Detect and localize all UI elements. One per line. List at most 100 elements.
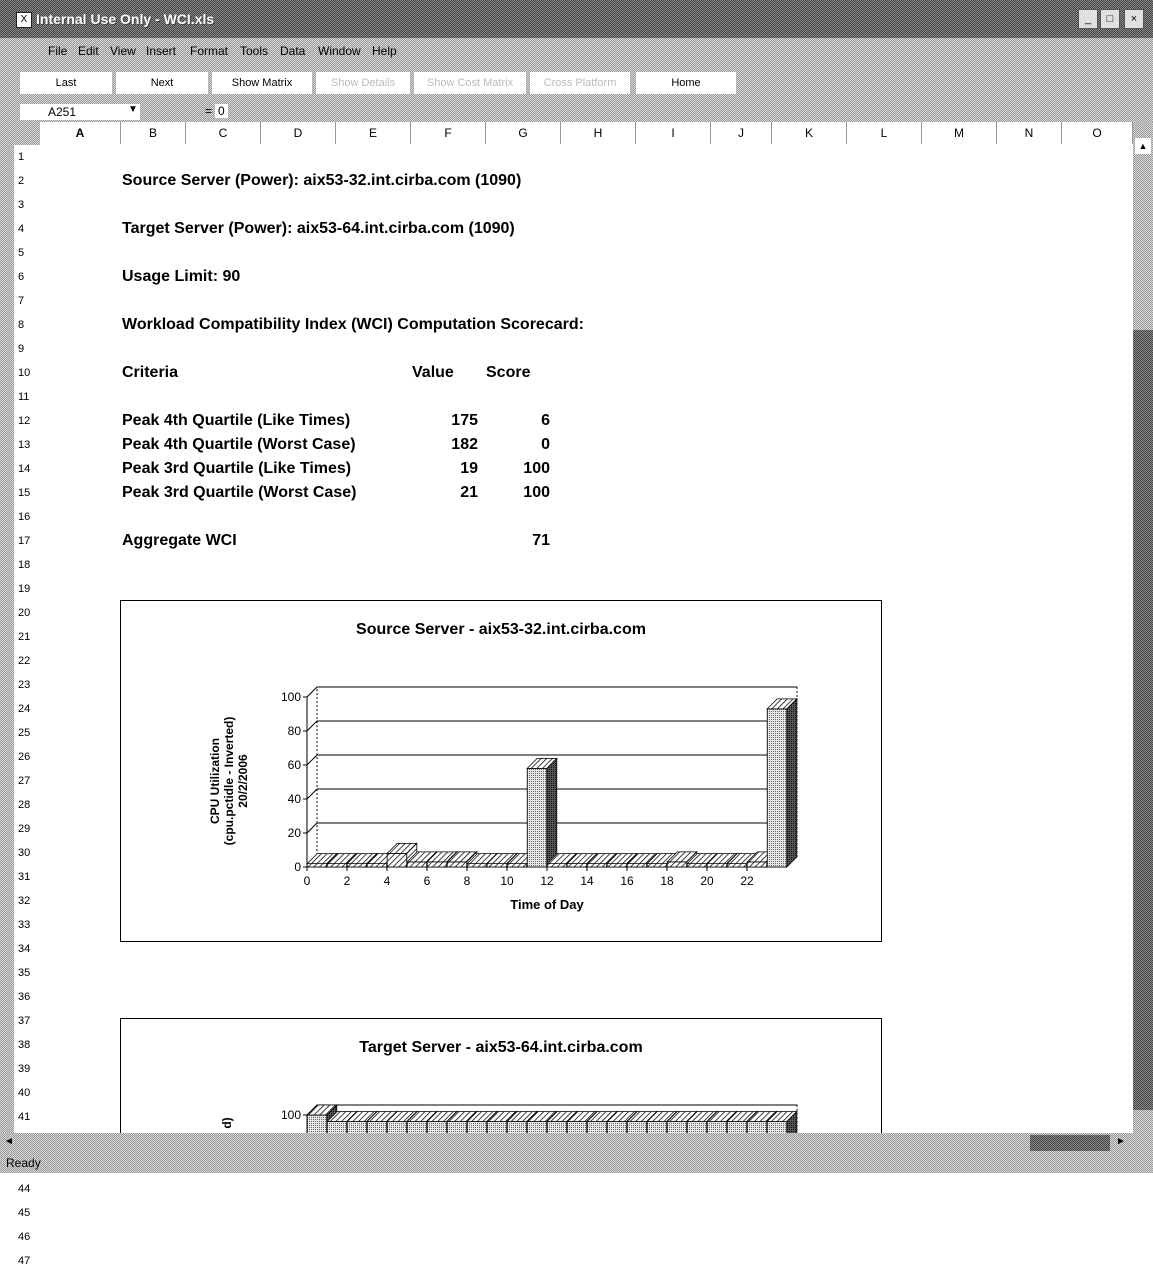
row-header[interactable]: 3 (14, 193, 42, 217)
formula-input[interactable]: 0 (215, 104, 228, 118)
menu-format[interactable]: Format (190, 44, 228, 58)
menu-window[interactable]: Window (318, 44, 361, 58)
row-header[interactable]: 19 (14, 577, 42, 601)
column-header[interactable]: B (121, 122, 186, 144)
row-header[interactable]: 33 (14, 913, 42, 937)
row-header[interactable]: 7 (14, 289, 42, 313)
row-header[interactable]: 24 (14, 697, 42, 721)
row-header[interactable]: 29 (14, 817, 42, 841)
row-header[interactable]: 9 (14, 337, 42, 361)
row-header[interactable]: 16 (14, 505, 42, 529)
row-header[interactable]: 21 (14, 625, 42, 649)
scroll-left-icon[interactable]: ◄ (4, 1136, 14, 1147)
menu-view[interactable]: View (110, 44, 136, 58)
minimize-icon[interactable]: _ (1078, 9, 1098, 29)
row-header[interactable]: 4 (14, 217, 42, 241)
source-server-chart[interactable]: Source Server - aix53-32.int.cirba.com 0… (120, 600, 882, 942)
row-header[interactable]: 14 (14, 457, 42, 481)
column-header[interactable]: C (186, 122, 261, 144)
row-header[interactable]: 39 (14, 1057, 42, 1081)
horizontal-scrollbar[interactable]: ◄ ► (0, 1133, 1153, 1153)
row-header[interactable]: 11 (14, 385, 42, 409)
vertical-scroll-thumb[interactable] (1133, 330, 1153, 1110)
row-header[interactable]: 12 (14, 409, 42, 433)
close-icon[interactable]: × (1124, 9, 1144, 29)
last-button[interactable]: Last (20, 72, 112, 94)
menu-data[interactable]: Data (280, 44, 305, 58)
show-matrix-button[interactable]: Show Matrix (212, 72, 312, 94)
excel-app-icon[interactable]: X (16, 12, 32, 28)
column-header[interactable]: H (561, 122, 636, 144)
row-header[interactable]: 30 (14, 841, 42, 865)
row-header[interactable]: 26 (14, 745, 42, 769)
row-header[interactable]: 32 (14, 889, 42, 913)
row-header[interactable]: 46 (14, 1225, 42, 1249)
row-header[interactable]: 31 (14, 865, 42, 889)
show-details-button[interactable]: Show Details (316, 72, 410, 94)
row-header[interactable]: 36 (14, 985, 42, 1009)
status-bar: Ready (0, 1153, 1153, 1173)
menu-insert[interactable]: Insert (146, 44, 176, 58)
row-header[interactable]: 23 (14, 673, 42, 697)
scroll-right-icon[interactable]: ► (1116, 1136, 1126, 1147)
worksheet-grid[interactable]: Source Server (Power): aix53-32.int.cirb… (40, 144, 1133, 1133)
column-header[interactable]: F (411, 122, 486, 144)
column-header[interactable]: K (772, 122, 847, 144)
row-header[interactable]: 41 (14, 1105, 42, 1129)
show-cost-matrix-button[interactable]: Show Cost Matrix (414, 72, 526, 94)
column-header[interactable]: O (1062, 122, 1133, 144)
row-header[interactable]: 10 (14, 361, 42, 385)
column-header[interactable]: J (711, 122, 772, 144)
row-header[interactable]: 5 (14, 241, 42, 265)
row-header[interactable]: 13 (14, 433, 42, 457)
column-header[interactable]: I (636, 122, 711, 144)
row-header[interactable]: 25 (14, 721, 42, 745)
column-header[interactable]: M (922, 122, 997, 144)
menu-help[interactable]: Help (372, 44, 397, 58)
row-header[interactable]: 15 (14, 481, 42, 505)
menu-file[interactable]: File (48, 44, 67, 58)
cross-platform-button[interactable]: Cross Platform (530, 72, 630, 94)
row-header[interactable]: 27 (14, 769, 42, 793)
name-box-dropdown-icon[interactable]: ▼ (128, 104, 138, 115)
column-header[interactable]: D (261, 122, 336, 144)
y-tick-label: 100 (281, 690, 301, 704)
row-header[interactable]: 22 (14, 649, 42, 673)
row-header[interactable]: 37 (14, 1009, 42, 1033)
row-header[interactable]: 2 (14, 169, 42, 193)
row-header[interactable]: 44 (14, 1177, 42, 1201)
target-server-chart[interactable]: Target Server - aix53-64.int.cirba.com 1… (120, 1018, 882, 1133)
row-header[interactable]: 17 (14, 529, 42, 553)
gridline (306, 686, 797, 698)
column-header[interactable]: N (997, 122, 1062, 144)
row-header[interactable]: 40 (14, 1081, 42, 1105)
y-tick-label: 60 (288, 758, 302, 772)
select-all-corner[interactable] (0, 122, 40, 144)
criteria-score: 6 (541, 412, 550, 429)
row-header[interactable]: 20 (14, 601, 42, 625)
row-header[interactable]: 18 (14, 553, 42, 577)
menu-edit[interactable]: Edit (78, 44, 99, 58)
horizontal-scroll-thumb[interactable] (1030, 1135, 1110, 1151)
row-header[interactable]: 47 (14, 1249, 42, 1273)
row-header[interactable]: 34 (14, 937, 42, 961)
row-header[interactable]: 45 (14, 1201, 42, 1225)
next-button[interactable]: Next (116, 72, 208, 94)
maximize-icon[interactable]: □ (1100, 9, 1120, 29)
column-header[interactable]: E (336, 122, 411, 144)
menu-tools[interactable]: Tools (240, 44, 268, 58)
column-header[interactable]: G (486, 122, 561, 144)
scroll-up-icon[interactable]: ▲ (1135, 138, 1151, 154)
row-header[interactable]: 28 (14, 793, 42, 817)
row-header[interactable]: 6 (14, 265, 42, 289)
row-header[interactable]: 35 (14, 961, 42, 985)
row-header[interactable]: 38 (14, 1033, 42, 1057)
y-tick-label: 100 (281, 1108, 301, 1122)
name-box[interactable]: A251 (20, 104, 140, 120)
row-header[interactable]: 8 (14, 313, 42, 337)
column-header[interactable]: A (40, 122, 121, 144)
home-button[interactable]: Home (636, 72, 736, 94)
row-header[interactable]: 1 (14, 145, 42, 169)
column-header[interactable]: L (847, 122, 922, 144)
menu-bar: ▦ File Edit View Insert Format Tools Dat… (0, 38, 1153, 96)
